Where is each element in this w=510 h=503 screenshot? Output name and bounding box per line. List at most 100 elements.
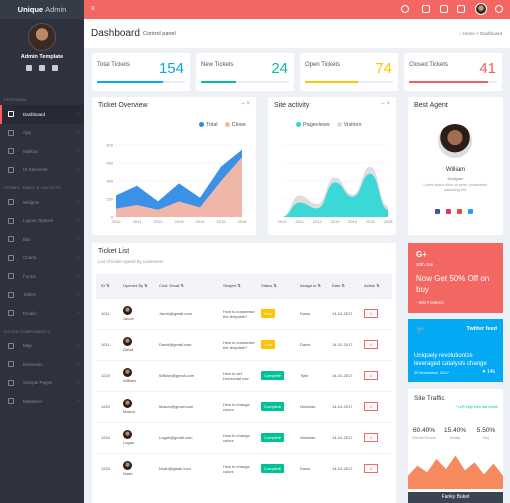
- agent-avatar[interactable]: [438, 124, 472, 158]
- user-avatar[interactable]: [475, 3, 487, 15]
- delete-button[interactable]: x: [364, 340, 378, 349]
- progress-fill: [409, 81, 489, 83]
- sidebar-item-label: Tables: [23, 292, 37, 298]
- brand-logo[interactable]: Unique Admin: [0, 0, 84, 19]
- sidebar-item-multilevel[interactable]: Multilevel ›: [0, 392, 84, 411]
- chevron-right-icon: ›: [77, 310, 79, 317]
- column-header[interactable]: Date ⇅: [327, 274, 359, 298]
- x-tick-label: 2013: [175, 219, 185, 224]
- cell-action: x: [359, 421, 392, 453]
- google-plus-icon: G+: [416, 250, 427, 259]
- avatar[interactable]: [123, 461, 132, 471]
- page-title: Dashboard: [91, 28, 140, 39]
- sidebar-item-emails[interactable]: Emails ›: [0, 304, 84, 323]
- sidebar-item-widgets[interactable]: Widgets ›: [0, 193, 84, 212]
- profile-avatar[interactable]: [28, 23, 56, 51]
- opener-name: Mason: [123, 409, 136, 414]
- cell-assign: Nicholas: [295, 421, 327, 453]
- avatar[interactable]: [123, 430, 132, 439]
- share-icon: [8, 398, 14, 405]
- promo-card: G+ 20th Jan Now Get 50% Off on buy - Iel…: [408, 243, 503, 313]
- table-row[interactable]: 1224 Noah Noah@gmail.com How to change colo…: [96, 452, 392, 484]
- column-header[interactable]: Sbuject ⇅: [218, 274, 256, 298]
- menu-icon[interactable]: ≡: [91, 6, 95, 12]
- cell-status: New: [256, 297, 295, 329]
- mail-icon[interactable]: [440, 5, 448, 13]
- twitter-feed-label: Twitter feed: [466, 326, 497, 332]
- sidebar-item-bits[interactable]: Bits ›: [0, 230, 84, 249]
- mailbox-icon: [8, 148, 14, 155]
- chevron-right-icon: ›: [77, 342, 79, 349]
- chevron-right-icon: ›: [77, 361, 79, 368]
- instagram-icon[interactable]: [446, 209, 451, 214]
- breadcrumb-home[interactable]: Home: [463, 31, 475, 36]
- cell-email: Jacob@gmail.com: [154, 297, 218, 329]
- facebook-icon[interactable]: [435, 209, 440, 214]
- sidebar-item-sample-pages[interactable]: Sample Pages ›: [0, 374, 84, 393]
- user-icon[interactable]: [26, 65, 32, 71]
- sidebar-section-label: PERSONAL: [4, 97, 28, 102]
- cell-id: 1011: [96, 297, 118, 329]
- column-header[interactable]: Opened By ⇅: [118, 274, 154, 298]
- stat-label: Closed Tickets: [409, 62, 449, 68]
- delete-button[interactable]: x: [364, 309, 378, 318]
- progress-fill: [305, 81, 358, 83]
- bell-icon[interactable]: [422, 5, 430, 13]
- power-icon[interactable]: [52, 65, 58, 71]
- avatar[interactable]: [123, 368, 132, 377]
- brand-name: Unique: [17, 5, 44, 14]
- delete-button[interactable]: x: [364, 402, 378, 411]
- table-row[interactable]: 1224 Logan Logan@gmail.com How to change co…: [96, 421, 392, 453]
- chevron-right-icon: ›: [77, 217, 79, 224]
- sidebar-item-forms[interactable]: Forms ›: [0, 267, 84, 286]
- delete-button[interactable]: x: [364, 433, 378, 442]
- sidebar-item-ui-elements[interactable]: UI Elements ›: [0, 161, 84, 180]
- sidebar-item-mailbox[interactable]: Mailbox ›: [0, 142, 84, 161]
- sidebar-item-layout-options[interactable]: Layout Options ›: [0, 212, 84, 231]
- x-tick-label: 2012: [313, 219, 323, 224]
- site-activity-card: Site activity – × Pageviews Visitors 201…: [268, 97, 396, 235]
- y-tick-label: 300: [106, 179, 113, 184]
- avatar[interactable]: [123, 306, 132, 315]
- agent-role: Designer: [447, 176, 464, 181]
- column-header[interactable]: ID ⇅: [96, 274, 118, 298]
- opener-name: William: [123, 378, 136, 383]
- settings-icon[interactable]: [495, 5, 503, 13]
- avatar[interactable]: [123, 399, 132, 408]
- twitter-icon[interactable]: [468, 209, 473, 214]
- column-header[interactable]: Assign to ⇅: [295, 274, 327, 298]
- cell-subject: How to change colors: [218, 452, 256, 484]
- grid-icon: [8, 129, 14, 136]
- tweet-likes[interactable]: ♥ 14k: [483, 369, 495, 375]
- sidebar-item-tables[interactable]: Tables ›: [0, 286, 84, 305]
- cell-date: 14-10-2017: [327, 421, 359, 453]
- table-row[interactable]: 1224 William William@gmail.com How to set H…: [96, 359, 392, 391]
- avatar[interactable]: [123, 337, 132, 346]
- delete-button[interactable]: x: [364, 371, 378, 380]
- column-header[interactable]: Action ⇅: [359, 274, 392, 298]
- table-header-row: ID ⇅ Opened By ⇅ Cust. Email ⇅ Sbuject ⇅…: [96, 274, 392, 298]
- sidebar-item-extension[interactable]: Extension ›: [0, 355, 84, 374]
- column-header[interactable]: Cust. Email ⇅: [154, 274, 218, 298]
- sidebar-item-map[interactable]: Map ›: [0, 337, 84, 356]
- chat-icon[interactable]: [457, 5, 465, 13]
- chart-icon: [8, 254, 14, 261]
- sidebar-item-dashboard[interactable]: Dashboard ›: [0, 105, 84, 124]
- sidebar-item-app[interactable]: App ›: [0, 124, 84, 143]
- table-row[interactable]: 1011 David David@gmail.com How to customise…: [96, 328, 392, 360]
- mail-icon[interactable]: [39, 65, 45, 71]
- x-tick-label: 2016: [384, 219, 394, 224]
- footer-tab[interactable]: Fanky Buket: [408, 492, 503, 503]
- table-row[interactable]: 1224 Mason Mason@gmail.com How to change co…: [96, 390, 392, 422]
- delete-button[interactable]: x: [364, 464, 378, 474]
- sidebar-item-charts[interactable]: Charts ›: [0, 249, 84, 268]
- traffic-metric: 5.50% Day: [474, 427, 498, 440]
- google-icon[interactable]: [457, 209, 462, 214]
- x-tick-label: 2015: [217, 219, 227, 224]
- search-icon[interactable]: [401, 5, 409, 13]
- opener-name: Logan: [123, 440, 135, 445]
- column-header[interactable]: Status ⇅: [256, 274, 295, 298]
- cell-opened-by: Noah: [118, 452, 154, 484]
- x-tick-label: 2012: [154, 219, 164, 224]
- table-row[interactable]: 1011 Jacob Jacob@gmail.com How to customise…: [96, 297, 392, 329]
